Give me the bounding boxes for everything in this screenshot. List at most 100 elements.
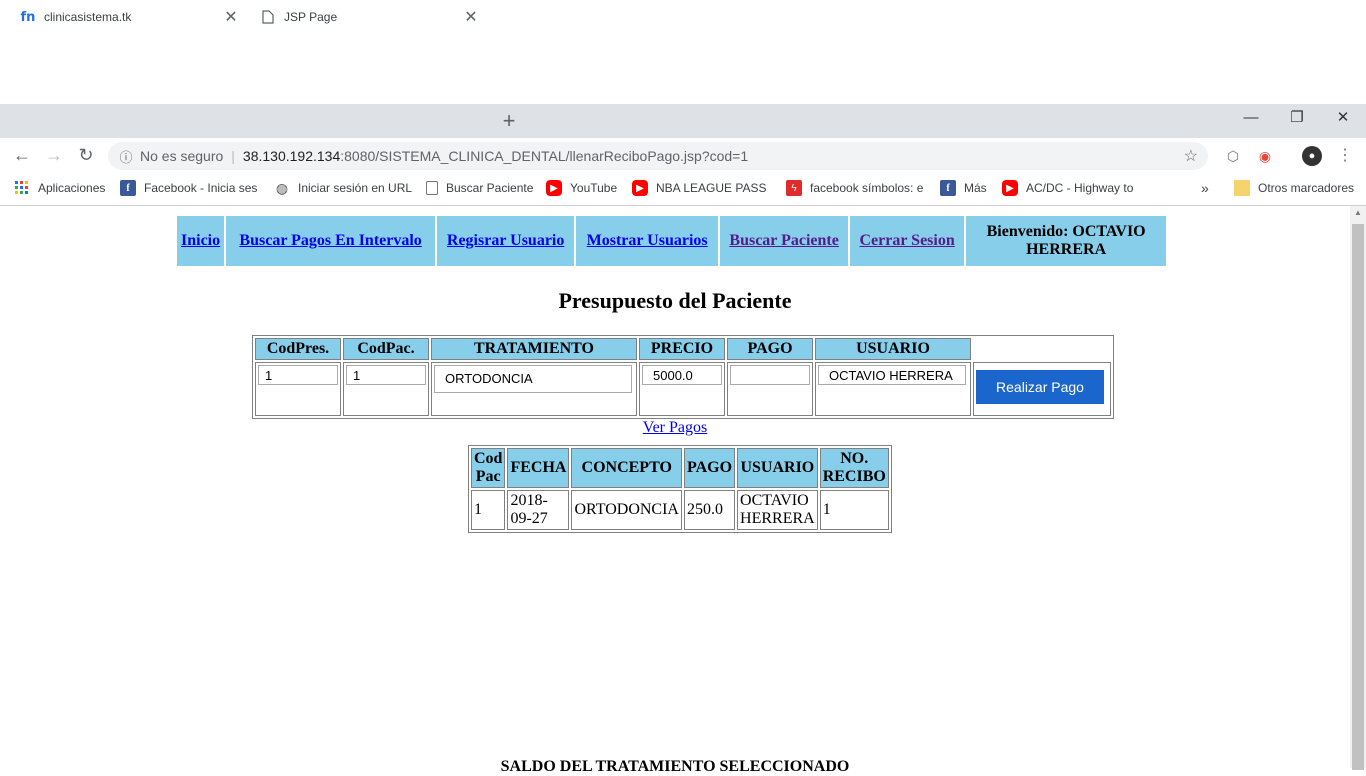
back-button[interactable]: ← — [8, 140, 36, 170]
precio-field[interactable]: 5000.0 — [642, 365, 722, 385]
reload-button[interactable]: ↻ — [72, 140, 100, 170]
bookmark-label: AC/DC - Highway to — [1026, 181, 1134, 195]
fecha-line: 09-27 — [510, 510, 548, 527]
separator: | — [231, 148, 235, 164]
column-header: PAGO — [683, 448, 736, 488]
column-header: CONCEPTO — [571, 448, 682, 488]
codpres-field[interactable]: 1 — [258, 365, 338, 385]
close-tab-icon[interactable]: ✕ — [460, 7, 482, 27]
empty-header — [973, 338, 1111, 360]
table-row: 1 1 ORTODONCIA 5000.0 OCTAVIO HERRERA Re… — [255, 362, 1111, 416]
page-content: Inicio Buscar Pagos En Intervalo Regisra… — [0, 206, 1350, 775]
tab-clinicasistema[interactable]: fn clinicasistema.tk ✕ — [8, 0, 246, 34]
nav-cell-buscar-pagos: Buscar Pagos En Intervalo — [226, 216, 436, 266]
forward-button[interactable]: → — [40, 140, 68, 170]
nav-cell-mostrar: Mostrar Usuarios — [576, 216, 719, 266]
vertical-scrollbar[interactable]: ▲ — [1350, 206, 1366, 770]
bookmark-label: YouTube — [570, 181, 618, 195]
bookmark-label: Más — [964, 181, 987, 195]
column-header: TRATAMIENTO — [431, 338, 637, 360]
nav-cell-cerrar: Cerrar Sesion — [850, 216, 965, 266]
close-window-button[interactable]: ✕ — [1320, 104, 1366, 132]
info-icon[interactable]: ⓘ — [112, 147, 140, 166]
bookmark-youtube[interactable]: ▶ YouTube — [546, 180, 617, 196]
extension-icon[interactable]: ⬡ — [1223, 146, 1243, 166]
nav-link-inicio[interactable]: Inicio — [181, 232, 220, 249]
table-cell: ORTODONCIA — [571, 490, 682, 530]
youtube-icon: ▶ — [1002, 180, 1018, 196]
pago-field[interactable] — [730, 365, 810, 385]
bookmark-buscar-paciente[interactable]: Buscar Paciente — [426, 180, 533, 196]
scroll-up-icon[interactable]: ▲ — [1350, 208, 1366, 217]
tratamiento-field[interactable]: ORTODONCIA — [434, 365, 632, 393]
restore-button[interactable]: ❐ — [1274, 104, 1320, 132]
table-cell: 1 — [819, 490, 889, 530]
security-label: No es seguro — [140, 148, 224, 164]
facebook-icon: f — [120, 180, 136, 196]
bookmark-facebook[interactable]: f Facebook - Inicia sesi — [120, 180, 258, 196]
column-header: NO. RECIBO — [819, 448, 889, 488]
ver-pagos-link[interactable]: Ver Pagos — [643, 419, 707, 436]
scroll-thumb[interactable] — [1352, 224, 1364, 770]
header-line: RECIBO — [822, 468, 886, 485]
other-bookmarks-folder[interactable]: Otros marcadores — [1234, 180, 1354, 196]
new-tab-button[interactable]: + — [496, 104, 522, 138]
tab-strip — [0, 104, 1366, 138]
table-cell: 1 — [471, 490, 506, 530]
url-path: :8080/SISTEMA_CLINICA_DENTAL/llenarRecib… — [340, 148, 749, 164]
minimize-button[interactable]: — — [1228, 104, 1274, 132]
address-bar[interactable]: ⓘ No es seguro | 38.130.192.134:8080/SIS… — [108, 142, 1208, 170]
table-cell: 1 — [255, 362, 341, 416]
bookmark-aplicaciones[interactable]: Aplicaciones — [14, 180, 105, 196]
welcome-text: Bienvenido: OCTAVIO — [986, 223, 1146, 240]
tab-title: JSP Page — [284, 10, 338, 24]
youtube-icon: ▶ — [546, 180, 562, 196]
bookmark-star-icon[interactable]: ☆ — [1184, 146, 1198, 166]
page-title: Presupuesto del Paciente — [558, 288, 792, 313]
welcome-cell: Bienvenido: OCTAVIO HERRERA — [966, 216, 1167, 266]
bookmark-label: Aplicaciones — [38, 181, 106, 195]
nav-cell-registrar: Regisrar Usuario — [437, 216, 575, 266]
realizar-pago-button[interactable]: Realizar Pago — [976, 370, 1104, 404]
bookmark-label: facebook símbolos: e — [810, 181, 924, 195]
tab-title: clinicasistema.tk — [44, 10, 132, 24]
profile-avatar[interactable]: ● — [1302, 146, 1322, 166]
header-line: Cod — [474, 450, 503, 467]
extension-record-icon[interactable]: ◉ — [1255, 146, 1275, 166]
close-tab-icon[interactable]: ✕ — [220, 7, 242, 27]
bookmark-acdc[interactable]: ▶ AC/DC - Highway to — [1002, 180, 1138, 196]
apps-grid-icon — [14, 180, 30, 196]
bookmark-iniciar-sesion[interactable]: ◍ Iniciar sesión en URL — [274, 180, 412, 196]
bookmark-mas[interactable]: f Más — [940, 180, 987, 196]
nav-link-mostrar-usuarios[interactable]: Mostrar Usuarios — [587, 232, 708, 249]
nav-link-buscar-paciente[interactable]: Buscar Paciente — [729, 232, 838, 249]
table-cell: 250.0 — [683, 490, 736, 530]
usuario-field[interactable]: OCTAVIO HERRERA — [818, 365, 966, 385]
table-cell: 2018- 09-27 — [507, 490, 570, 530]
bookmark-label: NBA LEAGUE PASS H — [656, 181, 768, 195]
nav-link-buscar-pagos[interactable]: Buscar Pagos En Intervalo — [239, 232, 421, 249]
table-row: 1 2018- 09-27 ORTODONCIA 250.0 OCTAVIO HER… — [471, 490, 889, 530]
saldo-heading: SALDO DEL TRATAMIENTO SELECCIONADO — [500, 758, 850, 775]
nav-link-registrar-usuario[interactable]: Regisrar Usuario — [447, 232, 564, 249]
fn-favicon-icon: fn — [20, 9, 36, 25]
codpac-field[interactable]: 1 — [346, 365, 426, 385]
menu-icon[interactable]: ⋮ — [1335, 146, 1355, 166]
main-nav: Inicio Buscar Pagos En Intervalo Regisra… — [175, 214, 1168, 268]
bookmarks-overflow-button[interactable]: » — [1201, 180, 1209, 196]
bookmark-facebook-simbolos[interactable]: ϟ facebook símbolos: e — [786, 180, 924, 196]
facebook-icon: f — [940, 180, 956, 196]
table-cell: 5000.0 — [639, 362, 725, 416]
header-line: NO. — [840, 450, 869, 467]
bookmark-label: Facebook - Inicia sesi — [144, 181, 258, 195]
usuario-line: OCTAVIO — [740, 492, 809, 509]
welcome-user: HERRERA — [1026, 241, 1107, 258]
bookmark-nba[interactable]: ▶ NBA LEAGUE PASS H — [632, 180, 768, 196]
table-cell: 1 — [343, 362, 429, 416]
tab-jsp-page[interactable]: JSP Page ✕ — [248, 0, 486, 34]
nav-cell-buscar-paciente: Buscar Paciente — [720, 216, 849, 266]
column-header: USUARIO — [815, 338, 971, 360]
bookmark-label: Buscar Paciente — [446, 181, 534, 195]
nav-link-cerrar-sesion[interactable]: Cerrar Sesion — [860, 232, 955, 249]
fecha-line: 2018- — [510, 492, 548, 509]
